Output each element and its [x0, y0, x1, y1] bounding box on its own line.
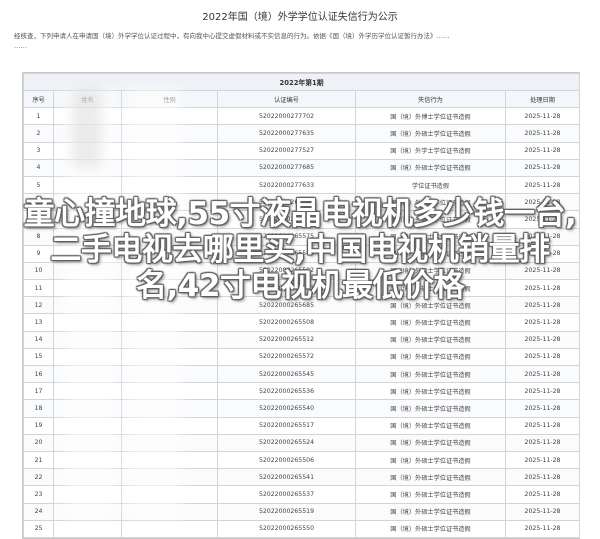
redaction-blur-gender: [126, 88, 182, 520]
table-cell: [53, 519, 122, 538]
table-cell: 国（境）外硕士学位证书造假: [355, 468, 506, 487]
table-cell: 国（境）外硕士学位证书造假: [355, 158, 506, 177]
table-cell: 2025-11-28: [504, 313, 581, 332]
table-cell: 21: [23, 450, 54, 470]
table-cell: 国（境）外学士学位证书造假: [355, 141, 506, 160]
table-cell: 20: [23, 433, 54, 452]
table-cell: 国（境）外硕士学位证书造假: [355, 433, 506, 452]
table-cell: 国（境）外硕士学位证书造假: [355, 399, 506, 418]
table-cell: 2025-11-28: [504, 124, 581, 143]
redaction-blur-top: [72, 88, 102, 168]
table-cell: 52022000265537: [217, 485, 356, 504]
table-cell: 14: [23, 330, 54, 349]
table-cell: 52022000277685: [217, 158, 356, 177]
table-cell: 52022000265517: [217, 416, 356, 435]
notice-paragraph-2: ……: [14, 41, 27, 50]
table-cell: 4: [23, 158, 54, 177]
table-cell: 国（境）外硕士学位证书造假: [355, 313, 506, 332]
table-cell: 2025-11-28: [504, 347, 581, 367]
table-cell: 52022000265540: [217, 399, 356, 418]
table-cell: 2025-11-28: [504, 433, 581, 452]
table-cell: 2025-11-28: [504, 364, 581, 384]
table-cell: 17: [23, 382, 54, 401]
table-cell: 国（境）外硕士学位证书造假: [355, 519, 506, 538]
table-cell: 52022000265572: [217, 347, 356, 367]
table-cell: 52022000265524: [217, 433, 356, 452]
table-cell: 24: [23, 502, 54, 521]
table-cell: 国（境）外硕士学位证书造假: [355, 382, 506, 401]
table-cell: 国（境）外硕士学位证书造假: [355, 416, 506, 435]
table-cell: 1: [23, 107, 54, 126]
table-cell: 2025-11-28: [504, 485, 581, 504]
table-cell: 2025-11-28: [504, 502, 581, 521]
table-cell: 52022000277635: [217, 124, 356, 143]
table-cell: 2025-11-28: [504, 519, 581, 538]
overlay-headline: 童心撞地球,55寸液晶电视机多少钱一台,二手电视去哪里买,中国电视机销量排名,4…: [23, 196, 577, 304]
table-cell: 52022000265536: [217, 382, 356, 401]
notice-text: 经核查，下列申请人在申请国（境）外学学位认证过程中，有向我中心提交虚假材料或不实…: [14, 32, 586, 52]
table-cell: 52022000265550: [217, 519, 356, 538]
table-cell: [121, 519, 218, 538]
table-cell: 22: [23, 468, 54, 487]
table-cell: 19: [23, 416, 54, 435]
table-cell: 2025-11-28: [504, 399, 581, 418]
table-cell: 16: [23, 364, 54, 384]
table-cell: 52022000265508: [217, 313, 356, 332]
table-cell: 15: [23, 347, 54, 367]
table-cell: 国（境）外博士学位证书造假: [355, 107, 506, 126]
table-cell: 25: [23, 519, 54, 538]
table-cell: 国（境）外硕士学位证书造假: [355, 347, 506, 367]
table-cell: 国（境）外硕士学位证书造假: [355, 502, 506, 521]
table-cell: 国（境）外硕士学位证书造假: [355, 124, 506, 143]
table-cell: 18: [23, 399, 54, 418]
table-cell: 52022000265506: [217, 450, 356, 470]
page-title: 2022年国（境）外学学位认证失信行为公示: [202, 12, 398, 23]
table-row: 25 52022000265550 国（境）外硕士学位证书造假 2025-11-28: [23, 519, 581, 538]
table-cell: 国（境）外硕士学位证书造假: [355, 330, 506, 349]
table-cell: 52022000277633: [217, 175, 356, 195]
table-cell: 3: [23, 141, 54, 160]
table-cell: 52022000265545: [217, 364, 356, 384]
table-cell: 2025-11-28: [504, 416, 581, 435]
table-cell: 2025-11-28: [504, 107, 581, 126]
table-cell: 国（境）外硕士学位证书造假: [355, 364, 506, 384]
table-cell: 学位证书造假: [355, 175, 506, 195]
notice-paragraph: 经核查，下列申请人在申请国（境）外学学位认证过程中，有向我中心提交虚假材料或不实…: [14, 32, 450, 40]
table-cell: 13: [23, 313, 54, 332]
page: 2022年国（境）外学学位认证失信行为公示 经核查，下列申请人在申请国（境）外学…: [0, 0, 600, 539]
table-cell: 2025-11-28: [504, 141, 581, 160]
table-cell: 国（境）外硕士学位证书造假: [355, 450, 506, 470]
table-cell: 2025-11-28: [504, 382, 581, 401]
table-cell: 52022000277527: [217, 141, 356, 160]
table-cell: 2025-11-28: [504, 450, 581, 470]
table-cell: 2025-11-28: [504, 468, 581, 487]
column-header: 认证编号: [217, 89, 356, 109]
table-cell: 23: [23, 485, 54, 504]
table-cell: 52022000265519: [217, 502, 356, 521]
table-cell: 52022000265512: [217, 330, 356, 349]
table-cell: 2025-11-28: [504, 330, 581, 349]
table-cell: 2025-11-28: [504, 158, 581, 177]
column-header: 处理日期: [504, 89, 581, 109]
table-cell: 国（境）外硕士学位证书造假: [355, 485, 506, 504]
column-header: 序号: [23, 89, 54, 109]
table-cell: 52022000265541: [217, 468, 356, 487]
table-cell: 2: [23, 124, 54, 143]
column-header: 失信行为: [355, 89, 506, 109]
table-cell: 2025-11-28: [504, 175, 581, 195]
table-cell: 5: [23, 175, 54, 195]
table-cell: 52022000277702: [217, 107, 356, 126]
